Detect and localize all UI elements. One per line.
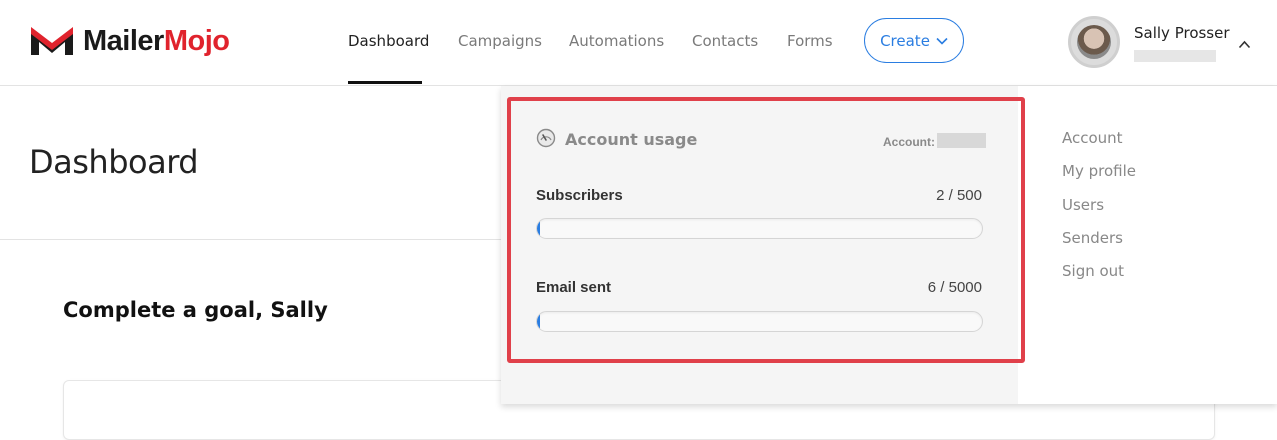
nav-campaigns[interactable]: Campaigns xyxy=(458,32,542,50)
nav-forms[interactable]: Forms xyxy=(787,32,833,50)
menu-item-sign-out[interactable]: Sign out xyxy=(1062,262,1124,280)
menu-item-my-profile[interactable]: My profile xyxy=(1062,162,1136,180)
emails-sent-progress-bar xyxy=(536,311,983,332)
logo-word-mojo: Mojo xyxy=(163,24,230,57)
subscribers-label: Subscribers xyxy=(536,187,623,204)
menu-item-users[interactable]: Users xyxy=(1062,196,1104,214)
mailermojo-logo[interactable]: MailerMojo xyxy=(28,24,230,58)
subscribers-progress-fill xyxy=(537,219,540,238)
avatar-photo xyxy=(1077,25,1111,59)
nav-automations[interactable]: Automations xyxy=(569,32,664,50)
menu-item-senders[interactable]: Senders xyxy=(1062,229,1123,247)
account-usage-title: Account usage xyxy=(565,130,698,149)
logo-word-mailer: Mailer xyxy=(83,24,164,57)
user-email-redacted xyxy=(1134,50,1216,62)
subscribers-progress-bar xyxy=(536,218,983,239)
create-button-label: Create xyxy=(880,31,930,50)
create-button[interactable]: Create xyxy=(864,18,964,63)
nav-contacts[interactable]: Contacts xyxy=(692,32,758,50)
chevron-up-icon[interactable] xyxy=(1238,40,1251,49)
menu-item-account[interactable]: Account xyxy=(1062,129,1123,147)
gauge-icon xyxy=(536,128,556,148)
emails-sent-label: Email sent xyxy=(536,279,612,296)
page-title: Dashboard xyxy=(29,143,199,181)
user-name: Sally Prosser xyxy=(1134,24,1230,42)
account-id-redacted xyxy=(937,133,986,148)
top-header: MailerMojo Dashboard Campaigns Automatio… xyxy=(0,0,1277,86)
logo-mark-icon xyxy=(31,27,73,55)
avatar[interactable] xyxy=(1068,16,1120,68)
emails-sent-value: 6 / 5000 xyxy=(927,279,982,296)
nav-dashboard[interactable]: Dashboard xyxy=(348,32,429,50)
active-nav-indicator xyxy=(348,81,422,84)
subscribers-value: 2 / 500 xyxy=(936,187,982,204)
chevron-down-icon xyxy=(936,37,948,45)
account-label: Account: xyxy=(883,135,935,149)
logo-wordmark: MailerMojo xyxy=(83,24,230,58)
title-divider xyxy=(0,239,501,240)
goal-heading: Complete a goal, Sally xyxy=(63,298,328,322)
emails-sent-progress-fill xyxy=(537,312,540,331)
